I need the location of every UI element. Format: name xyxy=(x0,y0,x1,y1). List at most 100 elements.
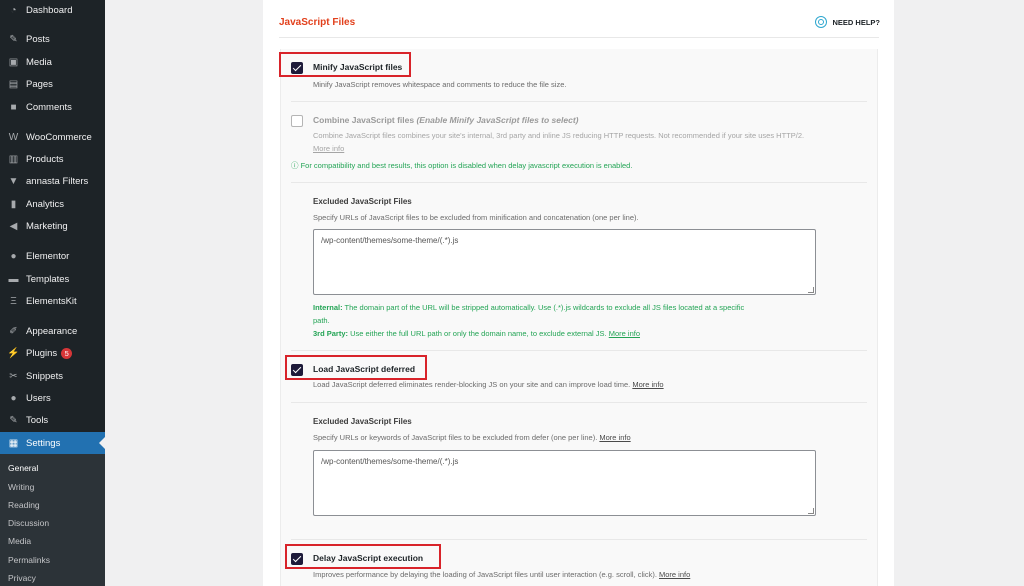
divider xyxy=(291,402,867,403)
update-count-badge: 5 xyxy=(61,347,73,359)
defer-description: Load JavaScript deferred eliminates rend… xyxy=(313,380,664,389)
internal-note-continued: path. xyxy=(313,316,330,325)
settings-submenu: General Writing Reading Discussion Media Perm… xyxy=(0,454,105,586)
wrench-icon: ✎ xyxy=(9,414,18,426)
megaphone-icon: ◀ xyxy=(9,220,18,232)
sidebar-item-woocommerce[interactable]: W WooCommerce xyxy=(0,126,105,148)
combine-more-info-link[interactable]: More info xyxy=(313,144,344,153)
submenu-item-writing[interactable]: Writing xyxy=(8,482,34,492)
sidebar-item-label: Plugins xyxy=(26,347,58,359)
combine-label: Combine JavaScript files (Enable Minify … xyxy=(313,115,579,125)
resize-handle[interactable] xyxy=(808,508,814,514)
pages-icon: ▤ xyxy=(8,78,19,90)
submenu-item-reading[interactable]: Reading xyxy=(8,500,40,510)
sidebar-item-media[interactable]: ▣ Media xyxy=(0,51,105,73)
sidebar-item-plugins[interactable]: ⚡ Plugins 5 xyxy=(0,342,105,364)
settings-icon: ▦ xyxy=(8,437,19,449)
divider xyxy=(291,350,867,351)
submenu-item-general[interactable]: General xyxy=(8,463,38,473)
excluded-files-description: Specify URLs of JavaScript files to be e… xyxy=(313,213,639,222)
delay-checkbox[interactable] xyxy=(291,553,303,565)
sidebar-item-label: annasta Filters xyxy=(26,175,89,187)
sidebar-item-analytics[interactable]: ▮ Analytics xyxy=(0,193,105,215)
sidebar-item-label: Products xyxy=(26,153,64,165)
sidebar-item-appearance[interactable]: ✐ Appearance xyxy=(0,320,105,342)
excluded-defer-heading: Excluded JavaScript Files xyxy=(313,417,412,426)
plugin-icon: ⚡ xyxy=(7,347,20,359)
excluded-defer-more-info-link[interactable]: More info xyxy=(599,433,630,442)
comments-icon: ■ xyxy=(10,101,17,113)
products-icon: ▥ xyxy=(8,153,19,165)
sidebar-item-users[interactable]: ● Users xyxy=(0,387,105,409)
sidebar-item-snippets[interactable]: ✂ Snippets xyxy=(0,365,105,387)
options-container: Minify JavaScript files Minify JavaScrip… xyxy=(279,49,878,586)
submenu-item-permalinks[interactable]: Permalinks xyxy=(8,555,50,565)
submenu-item-privacy[interactable]: Privacy xyxy=(8,573,36,583)
need-help-link[interactable]: NEED HELP? xyxy=(815,16,880,28)
compatibility-notice: ⓘ For compatibility and best results, th… xyxy=(291,161,633,170)
woo-icon: W xyxy=(8,131,19,143)
sidebar-item-label: Tools xyxy=(26,414,49,426)
dashboard-icon: ◔ xyxy=(10,4,17,16)
sidebar-item-templates[interactable]: ▬ Templates xyxy=(0,268,105,290)
divider xyxy=(291,101,867,102)
third-party-more-info-link[interactable]: More info xyxy=(609,329,640,338)
sidebar-item-comments[interactable]: ■ Comments xyxy=(0,96,105,118)
sidebar-item-posts[interactable]: ✎ Posts xyxy=(0,28,105,50)
internal-note: Internal: The domain part of the URL wil… xyxy=(313,303,745,312)
pin-icon: ✎ xyxy=(9,33,18,45)
settings-panel: JavaScript Files NEED HELP? Minify JavaS… xyxy=(263,0,894,586)
folder-icon: ▬ xyxy=(8,273,19,285)
media-icon: ▣ xyxy=(8,56,19,68)
combine-checkbox[interactable] xyxy=(291,115,303,127)
sidebar-item-label: Posts xyxy=(26,33,50,45)
sidebar-item-elementor[interactable]: ● Elementor xyxy=(0,245,105,267)
snippets-icon: ✂ xyxy=(9,370,18,382)
divider xyxy=(291,539,867,540)
filter-icon: ▼ xyxy=(8,175,19,187)
resize-handle[interactable] xyxy=(808,287,814,293)
need-help-label: NEED HELP? xyxy=(832,17,880,27)
sidebar-item-dashboard[interactable]: ◔ Dashboard xyxy=(0,0,105,21)
sidebar-item-elementskit[interactable]: Ξ ElementsKit xyxy=(0,290,105,312)
sidebar-item-tools[interactable]: ✎ Tools xyxy=(0,409,105,431)
combine-label-hint: (Enable Minify JavaScript files to selec… xyxy=(416,115,579,125)
sidebar-item-label: Settings xyxy=(26,437,61,449)
sidebar-item-label: Analytics xyxy=(26,198,65,210)
submenu-item-discussion[interactable]: Discussion xyxy=(8,518,49,528)
analytics-icon: ▮ xyxy=(10,198,17,210)
sidebar-item-label: Appearance xyxy=(26,325,78,337)
sidebar-item-label: Media xyxy=(26,56,52,68)
excluded-files-heading: Excluded JavaScript Files xyxy=(313,197,412,206)
defer-label: Load JavaScript deferred xyxy=(313,364,416,374)
excluded-defer-description: Specify URLs or keywords of JavaScript f… xyxy=(313,433,631,442)
sidebar-item-label: Users xyxy=(26,392,51,404)
defer-checkbox[interactable] xyxy=(291,364,303,376)
sidebar-item-marketing[interactable]: ◀ Marketing xyxy=(0,215,105,237)
elementor-icon: ● xyxy=(10,250,17,262)
sidebar-item-pages[interactable]: ▤ Pages xyxy=(0,73,105,95)
minify-checkbox[interactable] xyxy=(291,62,303,74)
excluded-minify-textarea[interactable] xyxy=(313,229,816,295)
sidebar-item-label: Marketing xyxy=(26,220,68,232)
sidebar-item-label: WooCommerce xyxy=(26,131,92,143)
sidebar-item-settings[interactable]: ▦ Settings xyxy=(0,432,105,454)
sidebar-item-products[interactable]: ▥ Products xyxy=(0,148,105,170)
title-divider xyxy=(279,37,879,38)
users-icon: ● xyxy=(10,392,17,404)
submenu-item-media[interactable]: Media xyxy=(8,536,31,546)
sidebar-item-label: Templates xyxy=(26,273,70,285)
elementskit-icon: Ξ xyxy=(10,295,17,307)
delay-description: Improves performance by delaying the loa… xyxy=(313,570,691,579)
combine-description: Combine JavaScript files combines your s… xyxy=(313,131,805,140)
delay-label: Delay JavaScript execution xyxy=(313,553,424,563)
lifebuoy-icon xyxy=(815,16,828,28)
defer-more-info-link[interactable]: More info xyxy=(632,380,663,389)
brush-icon: ✐ xyxy=(9,325,18,337)
sidebar-item-annasta-filters[interactable]: ▼ annasta Filters xyxy=(0,170,105,192)
minify-label: Minify JavaScript files xyxy=(313,62,403,72)
excluded-defer-textarea[interactable] xyxy=(313,450,816,516)
delay-more-info-link[interactable]: More info xyxy=(659,570,690,579)
admin-sidebar: ◔ Dashboard ✎ Posts ▣ Media ▤ Pages ■ Comments W Wo… xyxy=(0,0,105,586)
sidebar-item-label: ElementsKit xyxy=(26,295,77,307)
